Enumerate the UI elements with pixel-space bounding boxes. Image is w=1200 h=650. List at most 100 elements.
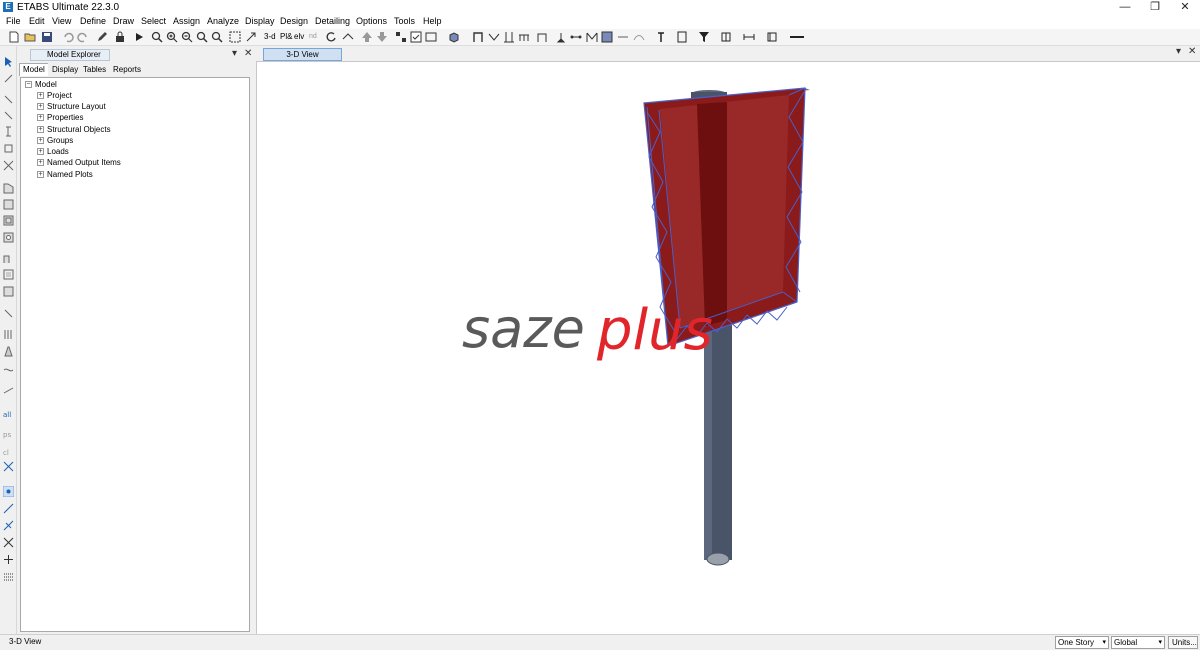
- units-button[interactable]: Units...: [1168, 636, 1198, 649]
- draw-tendon-icon[interactable]: [3, 364, 14, 375]
- explorer-close-icon[interactable]: ✕: [244, 48, 252, 59]
- zoom-window-icon[interactable]: [151, 31, 163, 43]
- tab-display[interactable]: Display: [48, 63, 83, 76]
- menu-define[interactable]: Define: [80, 16, 106, 26]
- draw-section-cut-icon[interactable]: [3, 346, 14, 357]
- elevation-view-button[interactable]: elv: [294, 31, 306, 43]
- expand-icon[interactable]: +: [37, 137, 44, 144]
- menu-display[interactable]: Display: [245, 16, 275, 26]
- close-button[interactable]: ✕: [1170, 0, 1200, 15]
- menu-select[interactable]: Select: [141, 16, 166, 26]
- tendon-icon[interactable]: [617, 31, 629, 43]
- snap-line-icon[interactable]: [3, 503, 14, 514]
- draw-frame-icon[interactable]: [3, 143, 14, 154]
- 3d-viewport[interactable]: saze plus: [256, 61, 1200, 634]
- grid-tool-icon[interactable]: [720, 31, 732, 43]
- pencil-icon[interactable]: [96, 31, 108, 43]
- frame-icon[interactable]: [472, 31, 484, 43]
- funnel-icon[interactable]: [698, 31, 710, 43]
- menu-analyze[interactable]: Analyze: [207, 16, 239, 26]
- move-up-icon[interactable]: [361, 31, 373, 43]
- wall-icon[interactable]: [536, 31, 548, 43]
- tree-node-project[interactable]: + Project: [37, 90, 72, 101]
- tree-node-loads[interactable]: + Loads: [37, 146, 69, 157]
- menu-options[interactable]: Options: [356, 16, 387, 26]
- deformed-shape-icon[interactable]: [633, 31, 645, 43]
- tree-node-model[interactable]: − Model: [25, 79, 57, 90]
- pan-icon[interactable]: [229, 31, 241, 43]
- link-icon[interactable]: [570, 31, 582, 43]
- redo-icon[interactable]: [77, 31, 89, 43]
- snap-cl-icon[interactable]: cl: [3, 446, 14, 457]
- section-tool-icon[interactable]: [676, 31, 688, 43]
- menu-design[interactable]: Design: [280, 16, 308, 26]
- menu-view[interactable]: View: [52, 16, 71, 26]
- view-pin-icon[interactable]: ▾: [1176, 46, 1181, 57]
- draw-opening-icon[interactable]: [3, 232, 14, 243]
- menu-tools[interactable]: Tools: [394, 16, 415, 26]
- cube-icon[interactable]: [448, 31, 460, 43]
- expand-icon[interactable]: +: [37, 103, 44, 110]
- expand-icon[interactable]: +: [37, 92, 44, 99]
- line-style-icon[interactable]: [789, 31, 805, 43]
- text-tool-icon[interactable]: [655, 31, 667, 43]
- object-shrink-icon[interactable]: [395, 31, 407, 43]
- save-icon[interactable]: [41, 31, 53, 43]
- shell-icon[interactable]: [601, 31, 613, 43]
- menu-help[interactable]: Help: [423, 16, 442, 26]
- tree-node-structure-layout[interactable]: + Structure Layout: [37, 101, 106, 112]
- tab-reports[interactable]: Reports: [109, 63, 146, 76]
- zoom-previous-icon[interactable]: [196, 31, 208, 43]
- draw-link-icon[interactable]: [3, 308, 14, 319]
- explorer-pin-icon[interactable]: ▾: [232, 48, 237, 59]
- tab-model[interactable]: Model: [19, 63, 49, 76]
- menu-assign[interactable]: Assign: [173, 16, 200, 26]
- tree-node-named-output-items[interactable]: + Named Output Items: [37, 157, 121, 168]
- restore-button[interactable]: ❐: [1140, 0, 1170, 15]
- rotate-view-icon[interactable]: [325, 31, 337, 43]
- draw-beam-icon[interactable]: [3, 110, 14, 121]
- view-3d-button[interactable]: 3-d: [264, 31, 278, 43]
- checkbox-icon[interactable]: [410, 31, 422, 43]
- snap-grid-icon[interactable]: [3, 571, 14, 582]
- plan-view-button[interactable]: Pl&: [280, 31, 292, 43]
- draw-rect-floor-icon[interactable]: [3, 199, 14, 210]
- snap-ps-icon[interactable]: ps: [3, 428, 14, 439]
- model-3d-render[interactable]: saze plus: [257, 62, 1200, 635]
- expand-icon[interactable]: +: [37, 171, 44, 178]
- expand-icon[interactable]: +: [37, 159, 44, 166]
- dimension-tool-icon[interactable]: [743, 31, 755, 43]
- tree-node-named-plots[interactable]: + Named Plots: [37, 169, 93, 180]
- draw-column-icon[interactable]: [3, 126, 14, 137]
- snap-midpoint-icon[interactable]: [3, 537, 14, 548]
- layer-tool-icon[interactable]: [766, 31, 778, 43]
- zoom-in-icon[interactable]: [166, 31, 178, 43]
- draw-dimension-icon[interactable]: [3, 384, 14, 395]
- tree-node-properties[interactable]: + Properties: [37, 112, 83, 123]
- spring-icon[interactable]: [586, 31, 598, 43]
- new-model-icon[interactable]: [8, 31, 20, 43]
- draw-floor-icon[interactable]: [3, 183, 14, 194]
- story-selector[interactable]: One Story ▾: [1055, 636, 1109, 649]
- expand-icon[interactable]: +: [37, 148, 44, 155]
- tab-3d-view[interactable]: 3-D View: [263, 48, 342, 61]
- draw-spandrel-icon[interactable]: [3, 329, 14, 340]
- tree-node-structural-objects[interactable]: + Structural Objects: [37, 124, 111, 135]
- undo-icon[interactable]: [62, 31, 74, 43]
- coord-system-selector[interactable]: Global ▾: [1111, 636, 1165, 649]
- snap-perpendicular-icon[interactable]: [3, 520, 14, 531]
- menu-draw[interactable]: Draw: [113, 16, 134, 26]
- minimize-button[interactable]: —: [1110, 0, 1140, 15]
- draw-wall-icon[interactable]: [3, 253, 14, 264]
- snap-point-icon[interactable]: [3, 486, 14, 497]
- draw-pier-icon[interactable]: [3, 286, 14, 297]
- beam-icon[interactable]: [518, 31, 530, 43]
- move-down-icon[interactable]: [376, 31, 388, 43]
- view-close-icon[interactable]: ✕: [1188, 46, 1196, 57]
- draw-brace-icon[interactable]: [3, 160, 14, 171]
- draw-joint-icon[interactable]: [3, 94, 14, 105]
- run-analysis-icon[interactable]: [133, 31, 145, 43]
- display-options-icon[interactable]: [425, 31, 437, 43]
- expand-icon[interactable]: +: [37, 114, 44, 121]
- pointer-select-icon[interactable]: [3, 56, 14, 67]
